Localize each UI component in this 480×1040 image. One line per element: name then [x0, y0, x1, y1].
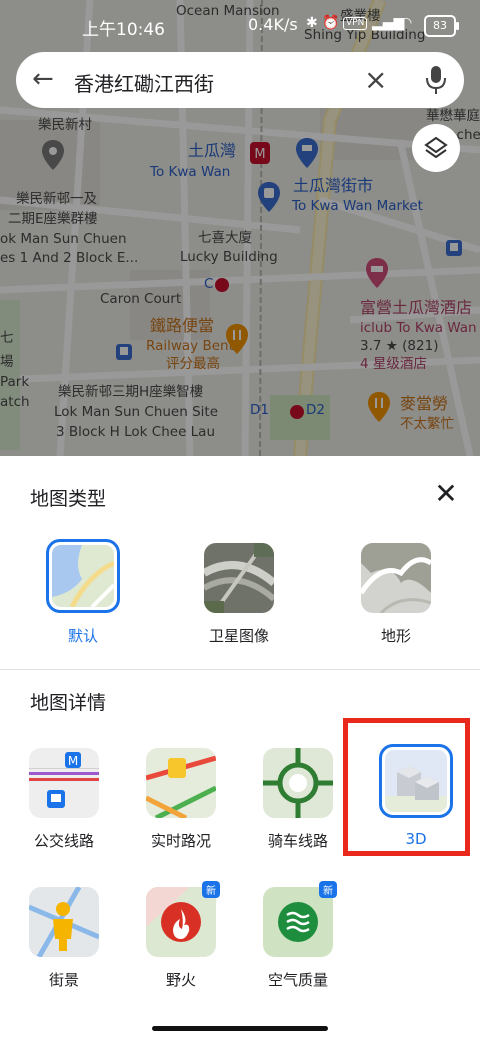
map-label: 樂民新邨一及	[16, 191, 97, 207]
detail-label: 实时路况	[150, 832, 211, 850]
map-label: 樂民新邨三期H座樂智樓	[58, 384, 204, 400]
transit-icon: M	[29, 748, 99, 818]
map-details-title: 地图详情	[30, 692, 107, 714]
map-label: atch	[0, 394, 30, 410]
new-badge: 新	[202, 881, 220, 898]
close-icon[interactable]: ✕	[430, 478, 462, 510]
metro-entrance-icon	[290, 405, 304, 419]
map-type-label: 地形	[380, 627, 411, 645]
map-label-market[interactable]: 土瓜灣街市	[293, 176, 373, 196]
map-label: Lucky Building	[180, 249, 278, 265]
map-label: 3 Block H Lok Chee Lau	[56, 424, 216, 440]
layers-button[interactable]	[412, 124, 460, 172]
metro-entrance-icon	[215, 278, 229, 292]
map-label: es 1 And 2 Block E...	[0, 250, 139, 266]
satellite-map-thumbnail	[204, 543, 274, 613]
section-divider	[0, 669, 480, 670]
hotel-pin-icon[interactable]	[366, 258, 388, 288]
detail-label: 公交线路	[33, 832, 94, 850]
map-label-restaurant[interactable]: 麥當勞	[400, 394, 448, 414]
detail-label: 骑车线路	[267, 832, 328, 850]
map-type-title: 地图类型	[30, 488, 107, 510]
store-pin-icon[interactable]	[258, 182, 280, 212]
alarm-icon: ⏰	[322, 15, 340, 31]
detail-label: 野火	[165, 971, 196, 989]
default-map-thumbnail	[46, 539, 120, 613]
map-label-restaurant-note: 评分最高	[166, 356, 220, 372]
map-label: 華懋華庭	[426, 108, 480, 124]
map-label-hotel-class: 4 星级酒店	[360, 356, 427, 372]
bicycling-icon	[263, 748, 333, 818]
restaurant-pin-icon[interactable]	[226, 324, 248, 354]
map-label-exit: D2	[306, 402, 325, 418]
street-view-icon	[29, 887, 99, 957]
map-label-station[interactable]: To Kwa Wan	[150, 164, 230, 181]
svg-text:M: M	[68, 754, 78, 768]
network-speed: 0.4K/s	[248, 15, 298, 34]
highlight-box	[343, 718, 470, 856]
detail-label: 街景	[48, 971, 79, 989]
status-bar: 上午10:46 0.4K/s ✱ ⏰ VPN ▂▄▆ ◠ 83	[0, 0, 480, 48]
vpn-icon: VPN	[343, 17, 368, 30]
close-icon[interactable]: ×	[364, 63, 387, 96]
detail-bicycling[interactable]: 骑车线路	[243, 748, 353, 851]
map-label: 七喜大廈	[198, 230, 252, 246]
map-label-station[interactable]: 土瓜灣	[188, 141, 236, 161]
search-input[interactable]: 香港红磡江西街	[74, 68, 214, 97]
map-label: Park	[0, 374, 30, 390]
map-label-hotel[interactable]: iclub To Kwa Wan	[360, 320, 477, 337]
map-label-market[interactable]: To Kwa Wan Market	[292, 198, 423, 215]
detail-label: 空气质量	[267, 971, 328, 989]
map-label-restaurant-note: 不太繁忙	[400, 416, 454, 432]
bluetooth-icon: ✱	[306, 15, 318, 31]
map-label-exit: D1	[250, 402, 269, 418]
shopping-cart-pin-icon[interactable]	[296, 138, 318, 168]
detail-wildfire[interactable]: 新 野火	[126, 881, 236, 990]
map-type-terrain[interactable]: 地形	[341, 543, 451, 646]
map-type-default[interactable]: 默认	[28, 539, 138, 646]
bus-stop-icon[interactable]	[446, 240, 462, 256]
map-label: 樂民新村	[38, 117, 92, 133]
detail-street-view[interactable]: 街景	[9, 887, 119, 990]
battery-icon: 83	[424, 15, 459, 37]
map-label-rating: 3.7 ★ (821)	[360, 338, 439, 354]
new-badge: 新	[319, 881, 337, 898]
map-type-satellite[interactable]: 卫星图像	[184, 543, 294, 646]
arrow-back-icon[interactable]: ←	[32, 66, 54, 92]
layers-icon	[424, 136, 448, 159]
map-label-hotel[interactable]: 富營土瓜灣酒店	[360, 298, 472, 318]
status-time: 上午10:46	[82, 20, 165, 40]
metro-station-icon[interactable]: M	[250, 142, 270, 164]
map-label: ok Man Sun Chuen	[0, 231, 127, 247]
detail-traffic[interactable]: 实时路况	[126, 748, 236, 851]
place-pin-icon[interactable]	[42, 140, 64, 170]
map-type-label: 卫星图像	[208, 627, 269, 645]
map-label: Lok Man Sun Chuen Site	[54, 404, 219, 420]
wifi-icon: ◠	[400, 15, 413, 31]
terrain-map-thumbnail	[361, 543, 431, 613]
detail-air-quality[interactable]: 新 空气质量	[243, 881, 353, 990]
map-type-label: 默认	[67, 627, 98, 645]
map-label: Caron Court	[100, 291, 182, 307]
map-label: 七	[0, 330, 14, 346]
map-label-restaurant[interactable]: 鐵路便當	[150, 316, 214, 336]
search-bar[interactable]: ← 香港红磡江西街 ×	[16, 52, 464, 108]
bus-stop-icon[interactable]	[116, 344, 132, 360]
detail-transit[interactable]: M 公交线路	[9, 748, 119, 851]
map-label: 二期E座樂群樓	[8, 211, 98, 227]
map-label: C	[204, 276, 214, 292]
mic-icon[interactable]	[424, 64, 448, 96]
traffic-icon	[146, 748, 216, 818]
gesture-nav-bar[interactable]	[152, 1026, 328, 1031]
svg-text:M: M	[254, 147, 265, 162]
map-label: 場	[0, 354, 14, 370]
restaurant-pin-icon[interactable]	[368, 392, 390, 422]
